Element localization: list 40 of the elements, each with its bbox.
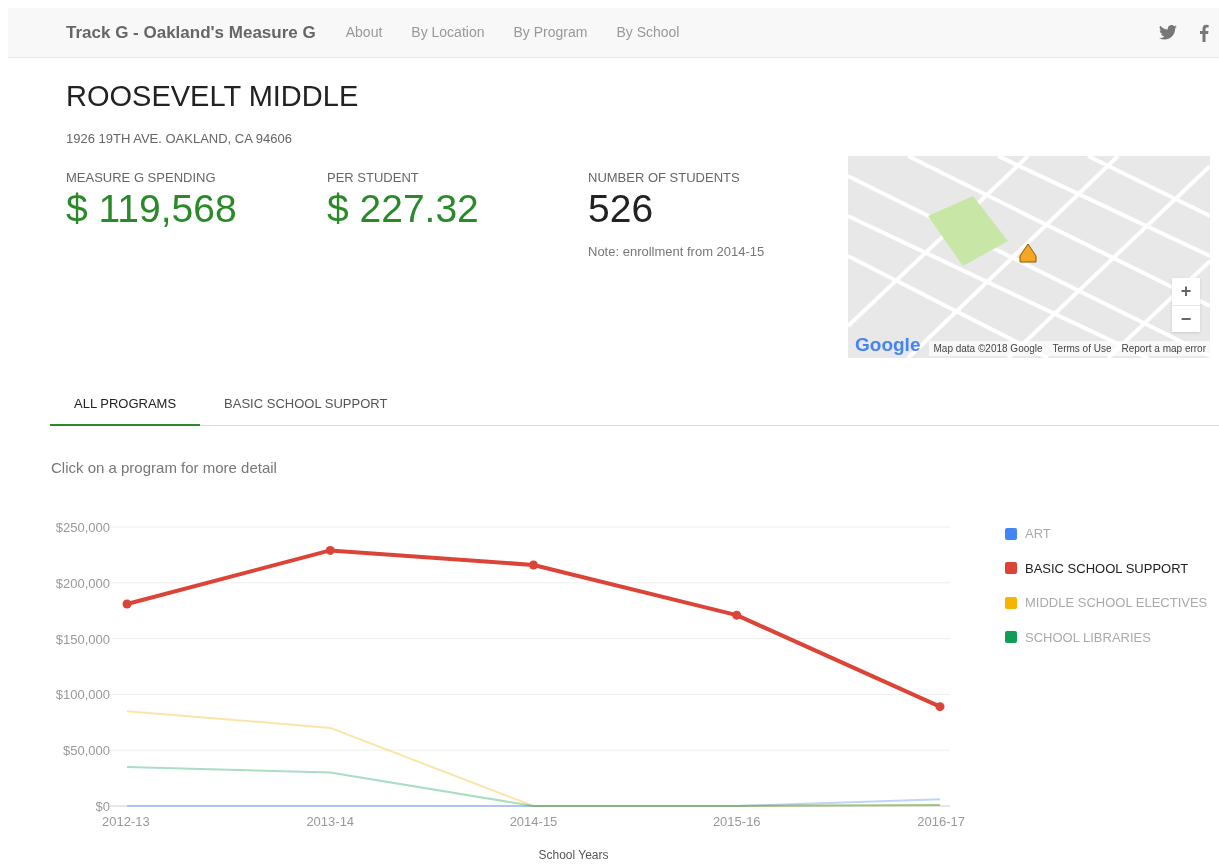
y-axis-label: $250,000 [55,520,110,535]
stat-value: 526 [588,185,655,232]
stat-label: NUMBER OF STUDENTS [588,169,741,186]
legend-label[interactable]: BASIC SCHOOL SUPPORT [1025,558,1189,578]
map[interactable]: + − Google Map data ©2018 Google Terms of Use Report a map error [848,155,1210,358]
data-point [122,599,132,609]
y-axis-label: $100,000 [55,687,110,703]
school-address: 1926 19TH AVE. OAKLAND, CA 94606 [66,130,293,148]
program-tab[interactable]: ALL PROGRAMS [50,384,201,426]
y-axis-label: $150,000 [55,631,110,647]
data-point [325,545,335,555]
data-point [935,702,945,712]
twitter-icon[interactable] [1159,25,1177,40]
zoom-out-button[interactable]: − [1172,304,1200,332]
zoom-in-button[interactable]: + [1172,277,1200,305]
x-axis-label: 2012-13 [102,814,150,829]
stat-value: $ 119,568 [66,185,238,232]
data-point [529,560,538,570]
stat-value: $ 227.32 [327,185,480,232]
school-name: ROOSEVELT MIDDLE [66,79,360,113]
y-axis-label: $0 [95,799,110,814]
terms-link[interactable]: Terms of Use [1052,340,1112,356]
facebook-icon[interactable] [1199,23,1209,42]
x-axis-label: 2015-16 [712,814,761,829]
report-link[interactable]: Report a map error [1121,340,1206,356]
stat-label: MEASURE G SPENDING [66,169,217,186]
map-attribution: Map data ©2018 Google [933,341,1043,356]
data-point [732,610,742,620]
y-axis-label: $50,000 [63,743,110,759]
brand-link[interactable]: Track G - Oakland's Measure G [66,19,316,46]
program-tab[interactable]: BASIC SCHOOL SUPPORT [200,384,412,426]
y-axis-label: $200,000 [55,575,110,591]
x-axis-title: School Years [538,848,609,862]
x-axis-label: 2016-17 [917,814,965,829]
x-axis-label: 2014-15 [509,814,558,829]
stat-note: Note: enrollment from 2014-15 [588,242,766,261]
stat-label: PER STUDENT [327,169,420,186]
x-axis-label: 2013-14 [306,814,355,829]
map-logo: Google [855,333,921,356]
chart-hint: Click on a program for more detail [51,457,278,478]
